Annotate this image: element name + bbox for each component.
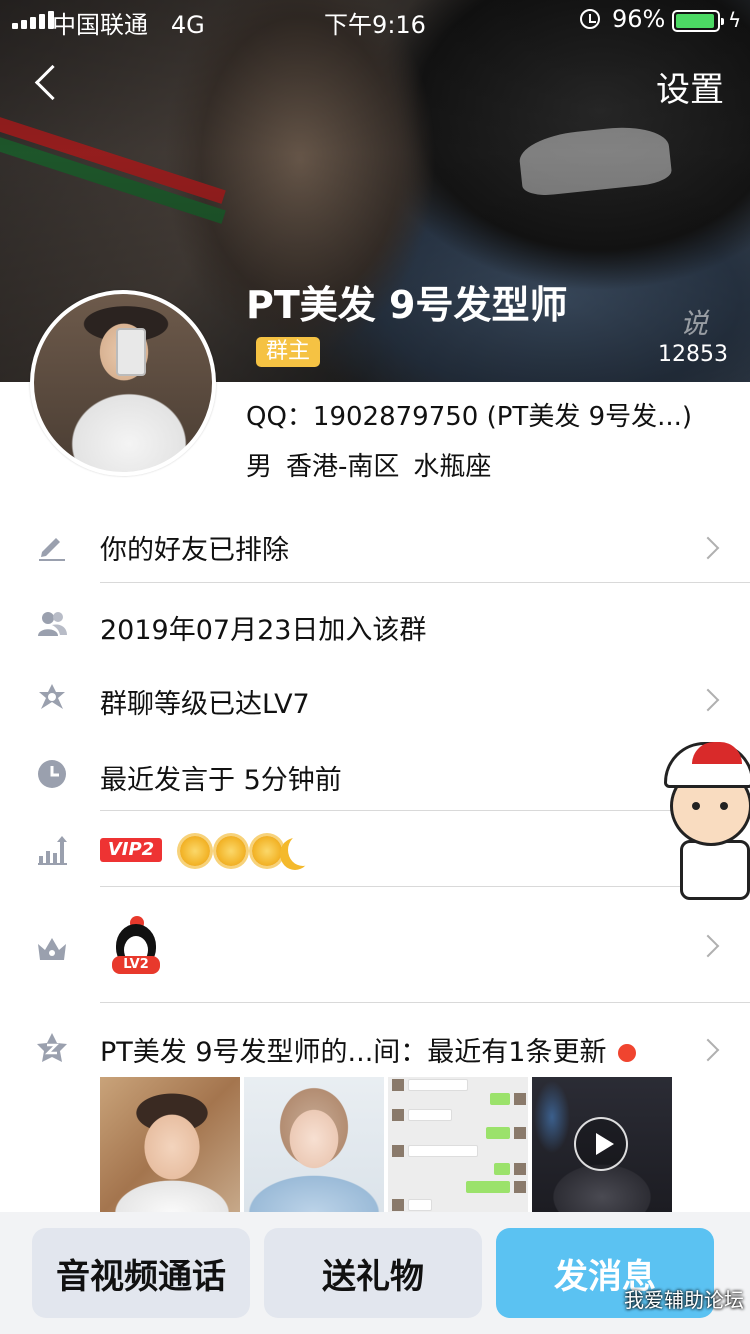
qzone-photo-thumbnail[interactable] bbox=[244, 1077, 384, 1213]
profile-name-text: PT美发 9号发型师 bbox=[246, 283, 568, 327]
last-speak-label: 最近发言于 5分钟前 bbox=[100, 765, 342, 796]
cover-mark: 说 bbox=[680, 307, 709, 340]
vip-badge: VIP2 bbox=[100, 838, 162, 862]
join-date-label: 2019年07月23日加入该群 bbox=[100, 615, 427, 646]
qq-number-line: QQ：1902879750 (PT美发 9号发...) bbox=[246, 402, 693, 432]
penguin-level-label: LV2 bbox=[112, 956, 160, 974]
friend-status-label: 你的好友已排除 bbox=[100, 535, 289, 566]
moon-level-icon bbox=[288, 834, 318, 866]
row-join-date: 2019年07月23日加入该群 bbox=[0, 590, 750, 660]
profile-name: PT美发 9号发型师群主 bbox=[246, 282, 576, 374]
qzone-video-thumbnail[interactable] bbox=[532, 1077, 672, 1213]
avatar-detail bbox=[116, 328, 146, 376]
qzone-photo-strip bbox=[100, 1077, 672, 1213]
qzone-update-label: PT美发 9号发型师的...间：最近有1条更新 bbox=[100, 1030, 637, 1069]
row-friend-status[interactable]: 你的好友已排除 bbox=[0, 512, 750, 582]
star-icon bbox=[39, 684, 65, 709]
qzone-icon bbox=[37, 1033, 67, 1062]
qzone-photo-thumbnail[interactable] bbox=[388, 1077, 528, 1213]
sun-level-icon bbox=[180, 836, 210, 866]
chevron-right-icon bbox=[696, 934, 720, 958]
pencil-icon bbox=[39, 538, 65, 561]
profile-demographics: 男香港-南区 水瓶座 bbox=[246, 446, 505, 483]
penguin-level-icon: LV2 bbox=[112, 913, 160, 974]
send-gift-button[interactable]: 送礼物 bbox=[264, 1228, 482, 1318]
chevron-right-icon bbox=[696, 536, 720, 560]
gender-label: 男 bbox=[246, 452, 273, 482]
av-call-button[interactable]: 音视频通话 bbox=[32, 1228, 250, 1318]
chevron-right-icon bbox=[696, 1038, 720, 1062]
row-qzone-update[interactable]: PT美发 9号发型师的...间：最近有1条更新 bbox=[0, 1012, 750, 1076]
settings-button[interactable]: 设置 bbox=[656, 62, 724, 111]
people-icon bbox=[38, 612, 67, 636]
bottom-action-bar: 音视频通话 送礼物 发消息 bbox=[0, 1212, 750, 1334]
alarm-icon bbox=[580, 9, 600, 29]
group-owner-badge: 群主 bbox=[256, 337, 321, 367]
battery-percent: 96% bbox=[612, 5, 666, 33]
group-level-label: 群聊等级已达LV7 bbox=[100, 689, 310, 720]
sun-level-icon bbox=[216, 836, 246, 866]
charging-icon: ϟ bbox=[728, 8, 742, 32]
location-label: 香港-南区 bbox=[286, 452, 400, 482]
row-last-speak: 最近发言于 5分钟前 bbox=[0, 740, 750, 810]
sun-level-icon bbox=[252, 836, 282, 866]
avatar[interactable] bbox=[30, 290, 216, 476]
chevron-right-icon bbox=[696, 688, 720, 712]
divider bbox=[100, 582, 750, 583]
zodiac-label: 水瓶座 bbox=[413, 452, 492, 482]
clock-icon bbox=[38, 760, 66, 788]
update-dot-icon bbox=[618, 1044, 637, 1062]
row-group-level[interactable]: 群聊等级已达LV7 bbox=[0, 664, 750, 734]
divider bbox=[100, 810, 750, 811]
battery-icon bbox=[672, 10, 724, 32]
crown-icon bbox=[38, 938, 66, 960]
like-count[interactable]: 12853 bbox=[658, 342, 728, 367]
play-icon[interactable] bbox=[574, 1117, 628, 1171]
bar-chart-icon bbox=[38, 836, 67, 865]
cartoon-sticker[interactable] bbox=[662, 736, 750, 906]
back-icon[interactable] bbox=[30, 62, 70, 106]
divider bbox=[100, 886, 750, 887]
divider bbox=[100, 1002, 750, 1003]
status-bar: 中国联通 4G 下午9:16 96% ϟ bbox=[0, 0, 750, 40]
qzone-photo-thumbnail[interactable] bbox=[100, 1077, 240, 1213]
site-watermark: 我爱辅助论坛 bbox=[624, 1288, 744, 1312]
